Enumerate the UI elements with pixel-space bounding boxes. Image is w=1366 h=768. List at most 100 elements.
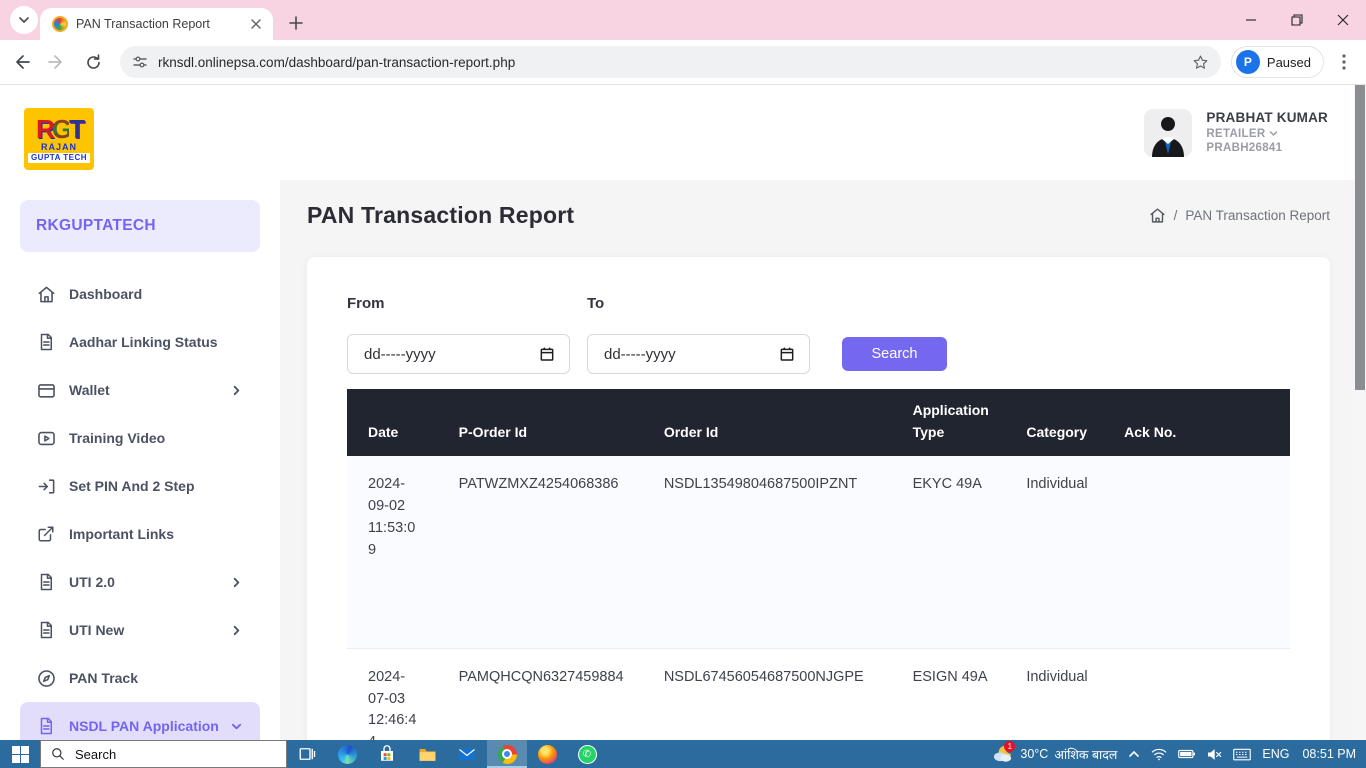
cell-p-order-id: PATWZMXZ4254068386 (459, 456, 664, 648)
cell-order-id: NSDL13549804687500IPZNT (664, 456, 913, 648)
sidebar-item-uti-20[interactable]: UTI 2.0 (20, 558, 260, 606)
sidebar: RGT RAJAN GUPTA TECH RKGUPTATECH Dashboa… (0, 85, 280, 740)
window-restore-button[interactable] (1274, 0, 1320, 40)
chevron-down-icon (228, 718, 244, 734)
clock[interactable]: 08:51 PM (1302, 747, 1356, 761)
page-title: PAN Transaction Report (307, 202, 574, 229)
to-date-input[interactable]: dd-----yyyy (587, 334, 810, 374)
language-indicator[interactable]: ENG (1262, 747, 1289, 761)
brand-badge: RKGUPTATECH (20, 200, 260, 252)
window-close-button[interactable] (1320, 0, 1366, 40)
new-tab-button[interactable] (283, 10, 309, 36)
document-icon (36, 572, 56, 592)
sidebar-item-set-pin[interactable]: Set PIN And 2 Step (20, 462, 260, 510)
col-order-id: Order Id (664, 389, 913, 456)
task-view-button[interactable] (287, 740, 327, 768)
search-button[interactable]: Search (842, 337, 947, 371)
table-row: 2024-09-02 11:53:09 PATWZMXZ4254068386 N… (347, 456, 1290, 648)
cell-application-type: ESIGN 49A (913, 648, 1027, 740)
firefox-icon (538, 745, 557, 764)
app-header: PRABHAT KUMAR RETAILER PRABH26841 (280, 85, 1354, 180)
login-icon (36, 476, 56, 496)
video-icon (36, 428, 56, 448)
sidebar-item-aadhar-linking-status[interactable]: Aadhar Linking Status (20, 318, 260, 366)
taskbar-firefox[interactable] (527, 740, 567, 768)
sidebar-item-pan-track[interactable]: PAN Track (20, 654, 260, 702)
page-heading-row: PAN Transaction Report / PAN Transaction… (280, 180, 1354, 257)
url-bar[interactable]: rknsdl.onlinepsa.com/dashboard/pan-trans… (120, 46, 1221, 78)
store-icon (378, 745, 396, 763)
user-menu[interactable]: PRABHAT KUMAR RETAILER PRABH26841 (1144, 109, 1328, 157)
col-date: Date (347, 389, 459, 456)
sidebar-item-important-links[interactable]: Important Links (20, 510, 260, 558)
whatsapp-icon: ✆ (578, 745, 597, 764)
from-label: From (347, 295, 587, 312)
transactions-table-container[interactable]: Date P-Order Id Order Id Application Typ… (347, 389, 1290, 740)
tab-search-icon[interactable] (10, 6, 38, 34)
user-name: PRABHAT KUMAR (1206, 110, 1328, 127)
reload-icon[interactable] (78, 47, 108, 77)
back-icon[interactable] (6, 47, 36, 77)
user-role[interactable]: RETAILER (1206, 127, 1328, 141)
windows-logo-icon (12, 746, 29, 763)
table-row: 2024-07-03 12:46:44 PAMQHCQN6327459884 N… (347, 648, 1290, 740)
wifi-icon[interactable] (1151, 747, 1167, 761)
breadcrumb-separator: / (1174, 208, 1178, 223)
taskbar-store[interactable] (367, 740, 407, 768)
cell-ack-no (1124, 648, 1290, 740)
compass-icon (36, 668, 56, 688)
external-link-icon (36, 524, 56, 544)
profile-sync-status: Paused (1267, 55, 1311, 70)
volume-muted-icon[interactable] (1206, 748, 1222, 761)
site-settings-icon[interactable] (132, 54, 148, 70)
logo-monogram: RGT (36, 116, 82, 142)
chevron-down-icon (1269, 129, 1278, 138)
sidebar-menu: Dashboard Aadhar Linking Status Wallet T… (0, 270, 280, 740)
start-button[interactable] (0, 740, 40, 768)
from-date-input[interactable]: dd-----yyyy (347, 334, 570, 374)
page-scrollbar[interactable] (1354, 85, 1366, 740)
taskbar-whatsapp[interactable]: ✆ (567, 740, 607, 768)
sidebar-item-dashboard[interactable]: Dashboard (20, 270, 260, 318)
taskbar-edge[interactable] (327, 740, 367, 768)
scrollbar-thumb[interactable] (1355, 85, 1365, 390)
sidebar-item-uti-new[interactable]: UTI New (20, 606, 260, 654)
home-icon[interactable] (1149, 207, 1166, 224)
home-icon (36, 284, 56, 304)
forward-icon (42, 47, 72, 77)
touch-keyboard-icon[interactable] (1233, 748, 1251, 761)
logo-line2: GUPTA TECH (28, 153, 90, 163)
col-category: Category (1026, 389, 1124, 456)
sidebar-item-nsdl-pan-application[interactable]: NSDL PAN Application (20, 702, 260, 740)
weather-widget[interactable]: 1 30°C आंशिक बादल (992, 744, 1117, 764)
wallet-icon (36, 380, 56, 400)
taskbar-search-input[interactable]: Search (40, 740, 287, 768)
browser-menu-icon[interactable] (1332, 50, 1356, 74)
search-icon (51, 747, 65, 761)
page-viewport: RGT RAJAN GUPTA TECH RKGUPTATECH Dashboa… (0, 85, 1366, 740)
taskbar-chrome[interactable] (487, 740, 527, 768)
profile-chip[interactable]: P Paused (1231, 46, 1324, 78)
company-logo[interactable]: RGT RAJAN GUPTA TECH (24, 108, 94, 170)
logo-line1: RAJAN (41, 143, 77, 152)
browser-toolbar: rknsdl.onlinepsa.com/dashboard/pan-trans… (0, 40, 1366, 85)
tab-close-icon[interactable] (247, 15, 265, 33)
task-view-icon (298, 745, 316, 763)
chrome-icon (498, 745, 517, 764)
sidebar-item-training-video[interactable]: Training Video (20, 414, 260, 462)
bookmark-star-icon[interactable] (1192, 54, 1209, 71)
battery-icon[interactable] (1178, 748, 1195, 760)
browser-tab[interactable]: PAN Transaction Report (40, 8, 273, 40)
calendar-icon[interactable] (779, 346, 795, 362)
window-minimize-button[interactable] (1228, 0, 1274, 40)
cell-date: 2024-09-02 11:53:09 (347, 456, 459, 648)
sidebar-item-wallet[interactable]: Wallet (20, 366, 260, 414)
taskbar-mail[interactable] (447, 740, 487, 768)
show-hidden-icons-chevron[interactable] (1128, 748, 1140, 760)
calendar-icon[interactable] (539, 346, 555, 362)
col-p-order-id: P-Order Id (459, 389, 664, 456)
brand-name: RKGUPTATECH (36, 217, 156, 235)
screen: PAN Transaction Report (0, 0, 1366, 768)
taskbar-file-explorer[interactable] (407, 740, 447, 768)
chevron-right-icon (228, 382, 244, 398)
